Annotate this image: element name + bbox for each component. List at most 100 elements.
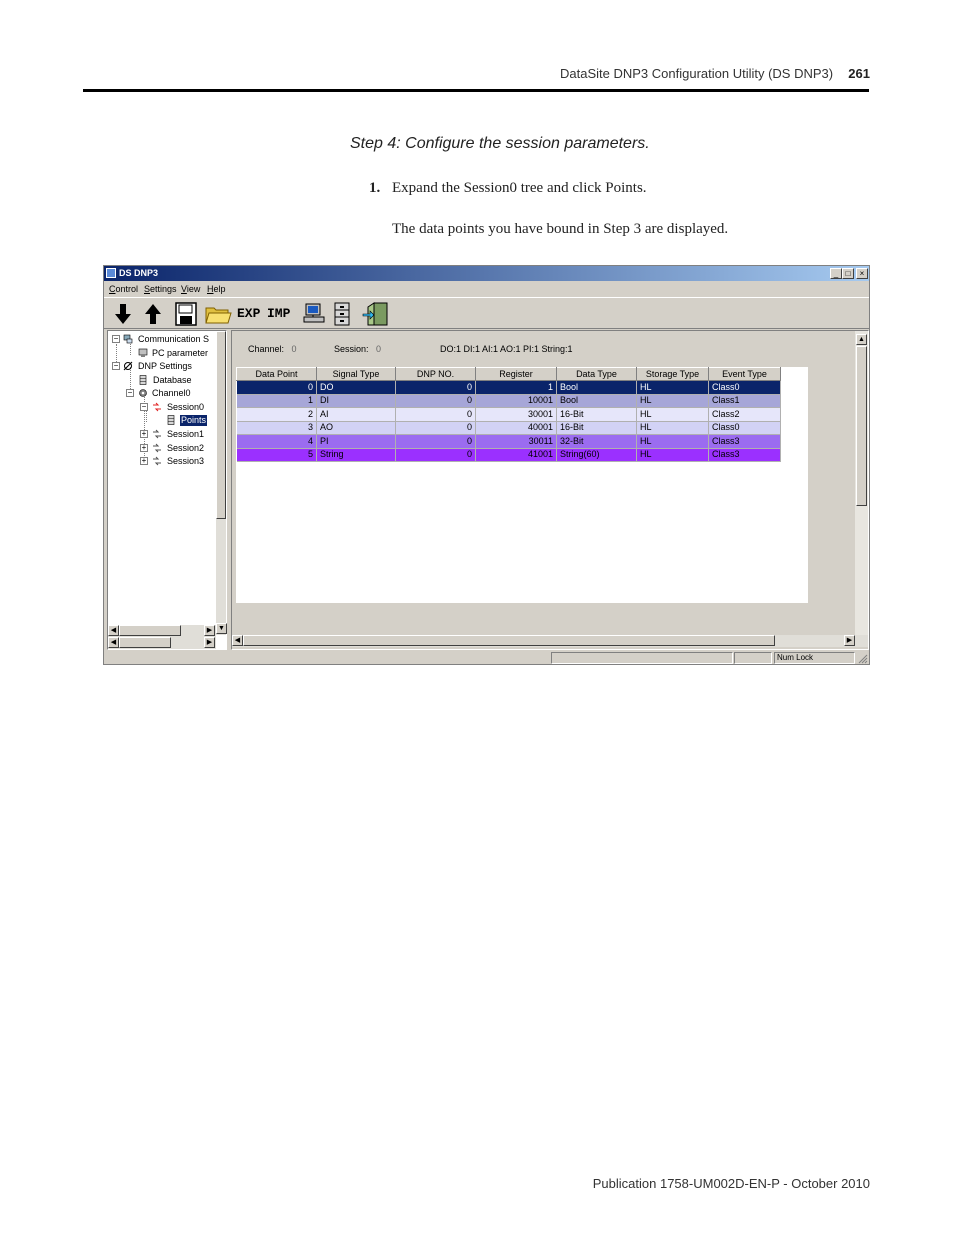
export-button[interactable]: EXP [237, 301, 260, 327]
scroll-right-arrow-icon[interactable]: ▶ [844, 635, 855, 646]
window-title: DS DNP3 [119, 268, 159, 278]
cell-data-point: 4 [236, 434, 317, 449]
cell-event-type: Class0 [708, 380, 781, 395]
column-header-data-point[interactable]: Data Point [236, 367, 317, 381]
table-row[interactable]: 5 String 0 41001 String(60) HL Class3 [236, 448, 781, 462]
cell-register: 10001 [475, 394, 557, 408]
main-scroll-thumb[interactable] [856, 346, 867, 506]
column-header-storage-type[interactable]: Storage Type [636, 367, 709, 381]
cell-data-point: 1 [236, 394, 317, 408]
upload-arrow-icon[interactable] [143, 301, 163, 327]
tree-hscroll-thumb[interactable] [119, 637, 171, 648]
point-counts: DO:1 DI:1 AI:1 AO:1 PI:1 String:1 [440, 344, 573, 354]
cell-data-type: String(60) [556, 448, 637, 462]
table-row[interactable]: 1 DI 0 10001 Bool HL Class1 [236, 394, 781, 408]
tree-item-session0[interactable]: Session0 [167, 402, 204, 413]
main-horizontal-scrollbar[interactable]: ◀ ▶ [232, 635, 868, 647]
cell-data-type: 32-Bit [556, 434, 637, 449]
tree-item-channel0[interactable]: Channel0 [152, 388, 191, 399]
tree-item-session2[interactable]: Session2 [167, 443, 204, 454]
column-header-data-type[interactable]: Data Type [556, 367, 637, 381]
tree-expand-toggle[interactable]: + [140, 444, 148, 452]
tree-item-session1[interactable]: Session1 [167, 429, 204, 440]
cell-data-point: 3 [236, 421, 317, 435]
file-cabinet-icon[interactable] [332, 301, 352, 327]
tree-vertical-scrollbar[interactable]: ▼ [216, 331, 227, 635]
points-pane: Channel: 0 Session: 0 DO:1 DI:1 AI:1 AO:… [231, 330, 869, 650]
cell-signal-type: AI [316, 407, 396, 422]
cell-storage-type: HL [636, 407, 709, 422]
network-computer-icon[interactable] [302, 301, 326, 327]
resize-grip-icon[interactable] [857, 653, 868, 664]
instruction-result: The data points you have bound in Step 3… [392, 221, 729, 237]
ds-dnp3-window: DS DNP3 _ □ × Control Settings View Help… [103, 265, 870, 665]
column-header-event-type[interactable]: Event Type [708, 367, 781, 381]
cell-dnp-no: 0 [395, 421, 476, 435]
menu-settings[interactable]: Settings [144, 284, 177, 295]
tree-collapse-toggle[interactable]: − [140, 403, 148, 411]
scroll-left-arrow-icon[interactable]: ◀ [232, 635, 243, 646]
table-header-row: Data Point Signal Type DNP NO. Register … [236, 367, 781, 381]
navigation-tree: − Communication S PC parameter − DNP Set… [107, 330, 227, 650]
menu-control[interactable]: Control [109, 284, 138, 295]
gear-icon [139, 389, 147, 397]
tree-item-session3[interactable]: Session3 [167, 456, 204, 467]
cell-signal-type: PI [316, 434, 396, 449]
main-vertical-scrollbar[interactable]: ▲ [855, 331, 868, 635]
session-active-icon [153, 402, 161, 412]
instruction-number: 1. [369, 180, 381, 196]
tree-expand-toggle[interactable]: + [140, 457, 148, 465]
close-button[interactable]: × [856, 268, 868, 279]
open-folder-icon[interactable] [204, 301, 232, 327]
scroll-right-arrow-icon[interactable]: ▶ [204, 637, 215, 648]
cell-data-point: 5 [236, 448, 317, 462]
scroll-up-arrow-icon[interactable]: ▲ [856, 334, 867, 345]
scroll-right-arrow-icon[interactable]: ▶ [204, 625, 215, 636]
exit-door-icon[interactable] [362, 301, 390, 327]
column-header-register[interactable]: Register [475, 367, 557, 381]
tree-item-dnp-settings[interactable]: DNP Settings [138, 361, 192, 372]
table-row[interactable]: 4 PI 0 30011 32-Bit HL Class3 [236, 434, 781, 449]
cell-event-type: Class1 [708, 394, 781, 408]
cell-data-type: Bool [556, 394, 637, 408]
scroll-down-arrow-icon[interactable]: ▼ [216, 623, 227, 634]
tree-item-database[interactable]: Database [153, 375, 192, 386]
save-disk-icon[interactable] [174, 301, 198, 327]
cell-data-type: 16-Bit [556, 421, 637, 435]
scroll-left-arrow-icon[interactable]: ◀ [108, 637, 119, 648]
main-hscroll-thumb[interactable] [243, 635, 775, 646]
tree-expand-toggle[interactable]: + [140, 430, 148, 438]
session-icon [153, 443, 161, 453]
table-row[interactable]: 3 AO 0 40001 16-Bit HL Class0 [236, 421, 781, 435]
tree-item-communication[interactable]: Communication S [138, 334, 209, 345]
tree-collapse-toggle[interactable]: − [112, 335, 120, 343]
tree-collapse-toggle[interactable]: − [126, 389, 134, 397]
tree-item-pc-parameter[interactable]: PC parameter [152, 348, 208, 359]
table-row[interactable]: 0 DO 0 1 Bool HL Class0 [236, 380, 781, 395]
cell-register: 1 [475, 380, 557, 395]
cell-storage-type: HL [636, 421, 709, 435]
dnp-settings-icon [123, 361, 133, 371]
tree-item-points[interactable]: Points [180, 415, 208, 426]
cell-storage-type: HL [636, 434, 709, 449]
tree-collapse-toggle[interactable]: − [112, 362, 120, 370]
column-header-signal-type[interactable]: Signal Type [316, 367, 396, 381]
cell-dnp-no: 0 [395, 380, 476, 395]
cell-dnp-no: 0 [395, 407, 476, 422]
tree-horizontal-scrollbar-2[interactable]: ◀ ▶ [108, 637, 216, 649]
tree-scroll-thumb[interactable] [216, 331, 226, 519]
tree-horizontal-scrollbar[interactable]: ◀ ▶ [108, 625, 216, 637]
column-header-dnp-no[interactable]: DNP NO. [395, 367, 476, 381]
download-arrow-icon[interactable] [113, 301, 133, 327]
minimize-button[interactable]: _ [830, 268, 842, 279]
cell-storage-type: HL [636, 380, 709, 395]
menu-help[interactable]: Help [207, 284, 226, 295]
maximize-button[interactable]: □ [842, 268, 854, 279]
toolbar: EXP IMP [104, 297, 869, 329]
tree-hscroll-thumb[interactable] [119, 625, 181, 636]
table-row[interactable]: 2 AI 0 30001 16-Bit HL Class2 [236, 407, 781, 422]
menu-view[interactable]: View [181, 284, 200, 295]
database-icon [139, 375, 147, 385]
import-button[interactable]: IMP [267, 301, 290, 327]
scroll-left-arrow-icon[interactable]: ◀ [108, 625, 119, 636]
